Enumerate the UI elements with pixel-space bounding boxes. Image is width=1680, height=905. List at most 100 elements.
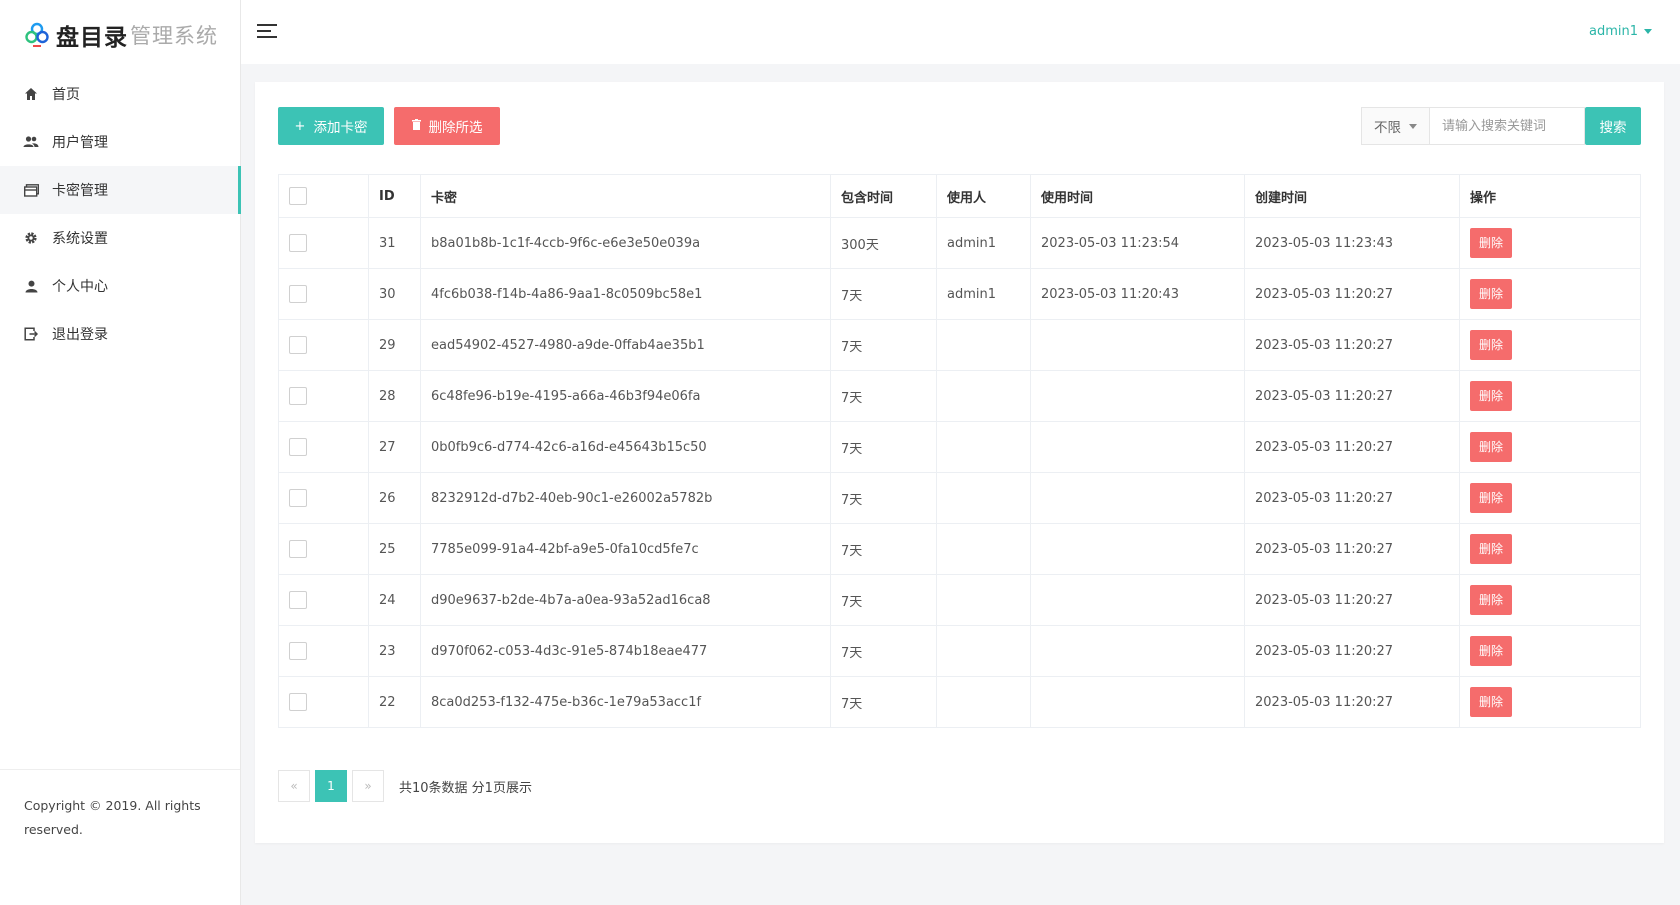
action-cell: 删除 (1459, 523, 1641, 575)
user-menu[interactable]: admin1 (1589, 24, 1652, 39)
column-header-used-at: 使用时间 (1030, 174, 1245, 218)
table-row: 26 8232912d-d7b2-40eb-90c1-e26002a5782b 7天… (278, 472, 1641, 524)
filter-select[interactable]: 不限 (1361, 107, 1430, 145)
action-cell: 删除 (1459, 370, 1641, 422)
row-delete-button[interactable]: 删除 (1470, 585, 1513, 615)
row-delete-button[interactable]: 删除 (1470, 381, 1513, 411)
column-header-user: 使用人 (936, 174, 1031, 218)
created-at-cell: 2023-05-03 11:20:27 (1244, 676, 1460, 728)
menu-toggle-icon[interactable] (257, 22, 279, 40)
prev-page-button[interactable]: « (278, 770, 310, 802)
row-checkbox[interactable] (289, 336, 307, 354)
brand-subtitle: 管理系统 (130, 24, 218, 48)
sidebar-item-logout[interactable]: 退出登录 (0, 310, 240, 358)
row-checkbox[interactable] (289, 591, 307, 609)
column-header-action: 操作 (1459, 174, 1641, 218)
user-cell (936, 523, 1031, 575)
row-checkbox[interactable] (289, 234, 307, 252)
sidebar-item-users[interactable]: 用户管理 (0, 118, 240, 166)
action-cell: 删除 (1459, 421, 1641, 473)
action-cell: 删除 (1459, 625, 1641, 677)
main-panel: + 添加卡密 删除所选 不限 搜索 ID 卡密 包含时间 使用人 使用时间 创建… (255, 82, 1664, 843)
duration-cell: 7天 (830, 370, 937, 422)
search-input[interactable] (1429, 107, 1585, 145)
row-checkbox[interactable] (289, 540, 307, 558)
row-delete-button[interactable]: 删除 (1470, 687, 1513, 717)
caret-down-icon (1409, 123, 1417, 129)
created-at-cell: 2023-05-03 11:20:27 (1244, 421, 1460, 473)
delete-selected-button[interactable]: 删除所选 (394, 107, 500, 145)
duration-cell: 7天 (830, 625, 937, 677)
row-delete-button[interactable]: 删除 (1470, 636, 1513, 666)
sidebar-item-cards[interactable]: 卡密管理 (0, 166, 241, 214)
row-checkbox[interactable] (289, 693, 307, 711)
row-checkbox[interactable] (289, 438, 307, 456)
used-at-cell: 2023-05-03 11:20:43 (1030, 268, 1245, 320)
column-header-id: ID (368, 174, 421, 218)
action-cell: 删除 (1459, 217, 1641, 269)
duration-cell: 7天 (830, 319, 937, 371)
sidebar-item-home[interactable]: 首页 (0, 70, 240, 118)
row-delete-button[interactable]: 删除 (1470, 534, 1513, 564)
code-cell: 6c48fe96-b19e-4195-a66a-46b3f94e06fa (420, 370, 831, 422)
delete-selected-label: 删除所选 (428, 120, 483, 136)
sidebar-item-label: 退出登录 (52, 327, 108, 343)
row-checkbox[interactable] (289, 387, 307, 405)
action-cell: 删除 (1459, 319, 1641, 371)
code-cell: d90e9637-b2de-4b7a-a0ea-93a52ad16ca8 (420, 574, 831, 626)
row-select-cell (278, 676, 369, 728)
table-row: 30 4fc6b038-f14b-4a86-9aa1-8c0509bc58e1 7天… (278, 268, 1641, 320)
action-cell: 删除 (1459, 268, 1641, 320)
table-row: 29 ead54902-4527-4980-a9de-0ffab4ae35b1 7天… (278, 319, 1641, 371)
code-cell: 4fc6b038-f14b-4a86-9aa1-8c0509bc58e1 (420, 268, 831, 320)
used-at-cell (1030, 523, 1245, 575)
action-cell: 删除 (1459, 472, 1641, 524)
row-delete-button[interactable]: 删除 (1470, 228, 1513, 258)
code-cell: 7785e099-91a4-42bf-a9e5-0fa10cd5fe7c (420, 523, 831, 575)
select-all-checkbox[interactable] (289, 187, 307, 205)
used-at-cell (1030, 676, 1245, 728)
created-at-cell: 2023-05-03 11:20:27 (1244, 319, 1460, 371)
user-cell (936, 319, 1031, 371)
sidebar-item-label: 用户管理 (52, 135, 108, 151)
table-body: 31 b8a01b8b-1c1f-4ccb-9f6c-e6e3e50e039a 30… (278, 217, 1641, 728)
row-select-cell (278, 370, 369, 422)
used-at-cell (1030, 574, 1245, 626)
brand[interactable]: 盘目录 管理系统 (0, 0, 240, 70)
search-button[interactable]: 搜索 (1585, 107, 1641, 145)
id-cell: 22 (368, 676, 421, 728)
id-cell: 27 (368, 421, 421, 473)
duration-cell: 7天 (830, 421, 937, 473)
sidebar-item-label: 卡密管理 (52, 183, 108, 199)
row-delete-button[interactable]: 删除 (1470, 483, 1513, 513)
code-cell: 0b0fb9c6-d774-42c6-a16d-e45643b15c50 (420, 421, 831, 473)
user-cell (936, 472, 1031, 524)
sidebar-item-profile[interactable]: 个人中心 (0, 262, 240, 310)
row-delete-button[interactable]: 删除 (1470, 279, 1513, 309)
row-checkbox[interactable] (289, 642, 307, 660)
row-delete-button[interactable]: 删除 (1470, 432, 1513, 462)
sidebar-item-label: 系统设置 (52, 231, 108, 247)
duration-cell: 7天 (830, 676, 937, 728)
copyright: Copyright © 2019. All rights reserved. (0, 769, 240, 842)
action-cell: 删除 (1459, 574, 1641, 626)
page-1-button[interactable]: 1 (315, 770, 347, 802)
created-at-cell: 2023-05-03 11:20:27 (1244, 370, 1460, 422)
row-checkbox[interactable] (289, 285, 307, 303)
add-card-label: 添加卡密 (313, 120, 368, 136)
used-at-cell (1030, 370, 1245, 422)
next-page-button[interactable]: » (352, 770, 384, 802)
users-icon (22, 133, 40, 151)
row-checkbox[interactable] (289, 489, 307, 507)
duration-cell: 7天 (830, 574, 937, 626)
row-delete-button[interactable]: 删除 (1470, 330, 1513, 360)
code-cell: b8a01b8b-1c1f-4ccb-9f6c-e6e3e50e039a (420, 217, 831, 269)
sidebar-item-settings[interactable]: 系统设置 (0, 214, 240, 262)
created-at-cell: 2023-05-03 11:20:27 (1244, 472, 1460, 524)
add-card-button[interactable]: + 添加卡密 (278, 107, 384, 145)
row-select-cell (278, 268, 369, 320)
cards-table: ID 卡密 包含时间 使用人 使用时间 创建时间 操作 31 b8a01b8b-1… (278, 174, 1641, 728)
brand-name: 盘目录 (56, 25, 128, 51)
column-header-code: 卡密 (420, 174, 831, 218)
sidebar-nav: 首页 用户管理 卡密管理 系统设置 个人中心 退出登录 (0, 70, 241, 358)
